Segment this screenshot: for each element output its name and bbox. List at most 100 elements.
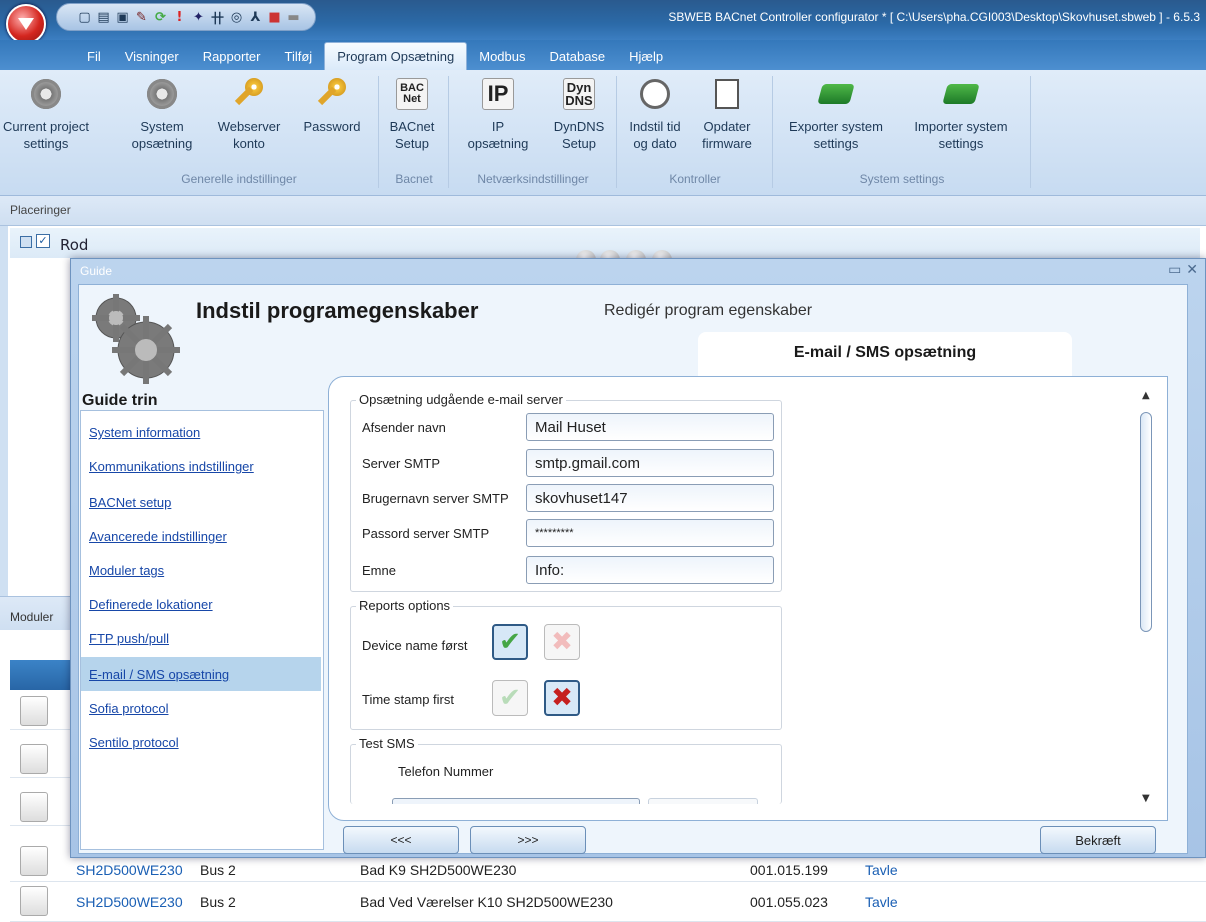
importer-system-settings-button[interactable]: Importer system settings bbox=[900, 76, 1022, 152]
step-ftp-push-pull[interactable]: FTP push/pull bbox=[89, 631, 169, 646]
scan-icon[interactable]: ◎ bbox=[229, 10, 244, 25]
subject-input[interactable]: Info: bbox=[526, 556, 774, 584]
button-label: Setup bbox=[395, 136, 429, 151]
module-name[interactable]: SH2D500WE230 bbox=[76, 894, 183, 910]
menu-fil[interactable]: Fil bbox=[75, 49, 113, 70]
send-sms-button[interactable] bbox=[648, 798, 758, 804]
step-avancerede-indstillinger[interactable]: Avancerede indstillinger bbox=[89, 529, 227, 544]
new-file-icon[interactable]: ▢ bbox=[77, 10, 92, 25]
step-bacnet-setup[interactable]: BACNet setup bbox=[89, 495, 171, 510]
confirm-button[interactable]: Bekræft bbox=[1040, 826, 1156, 854]
password-button[interactable]: Password bbox=[292, 76, 372, 135]
device-name-yes-toggle[interactable]: ✔ bbox=[492, 624, 528, 660]
page-title: Indstil programegenskaber bbox=[196, 298, 479, 323]
step-sentilo-protocol[interactable]: Sentilo protocol bbox=[89, 735, 179, 750]
tree-icon[interactable]: ⅄ bbox=[248, 10, 263, 25]
locations-label: Placeringer bbox=[10, 203, 71, 217]
scroll-up-icon[interactable]: ▲ bbox=[1142, 390, 1150, 401]
scroll-thumb[interactable] bbox=[1140, 412, 1152, 632]
menu-modbus[interactable]: Modbus bbox=[467, 49, 537, 70]
tools-icon[interactable]: ✦ bbox=[191, 10, 206, 25]
field-label: Emne bbox=[362, 563, 396, 578]
system-opsaetning-button[interactable]: System opsætning bbox=[122, 76, 202, 152]
module-name[interactable]: SH2D500WE230 bbox=[76, 862, 183, 878]
exporter-system-settings-button[interactable]: Exporter system settings bbox=[778, 76, 894, 152]
previous-button[interactable]: <<< bbox=[343, 826, 459, 854]
button-label: Setup bbox=[562, 136, 596, 151]
vertical-scrollbar[interactable]: ▲ ▼ bbox=[1138, 390, 1156, 804]
checkmark-icon: ✔ bbox=[499, 627, 521, 657]
menu-rapporter[interactable]: Rapporter bbox=[191, 49, 273, 70]
edit-icon[interactable]: ✎ bbox=[134, 10, 149, 25]
smtp-username-input[interactable]: skovhuset147 bbox=[526, 484, 774, 512]
current-project-settings-button[interactable]: Current project settings bbox=[2, 76, 90, 152]
menu-visninger[interactable]: Visninger bbox=[113, 49, 191, 70]
indstil-tid-button[interactable]: Indstil tid og dato bbox=[620, 76, 690, 152]
step-moduler-tags[interactable]: Moduler tags bbox=[89, 563, 164, 578]
button-label: Webserver bbox=[217, 119, 281, 134]
group-divider bbox=[378, 76, 379, 188]
dyndns-setup-button[interactable]: Dyn DNS DynDNS Setup bbox=[548, 76, 610, 152]
module-address: 001.055.023 bbox=[750, 894, 828, 910]
step-kommunikations-indstillinger[interactable]: Kommunikations indstillinger bbox=[89, 459, 254, 474]
menu-tilfoj[interactable]: Tilføj bbox=[273, 49, 325, 70]
next-button[interactable]: >>> bbox=[470, 826, 586, 854]
phone-number-input[interactable] bbox=[392, 798, 640, 804]
network-icon[interactable]: 卄 bbox=[210, 10, 225, 27]
step-definerede-lokationer[interactable]: Definerede lokationer bbox=[89, 597, 213, 612]
module-location[interactable]: Tavle bbox=[865, 862, 898, 878]
menu-database[interactable]: Database bbox=[538, 49, 618, 70]
smtp-server-input[interactable]: smtp.gmail.com bbox=[526, 449, 774, 477]
opdater-firmware-button[interactable]: Opdater firmware bbox=[692, 76, 762, 152]
checkbox-icon[interactable]: ✓ bbox=[36, 234, 50, 248]
ip-opsaetning-button[interactable]: IP IP opsætning bbox=[456, 76, 540, 152]
module-bus: Bus 2 bbox=[200, 894, 236, 910]
colors-icon[interactable]: ■ bbox=[267, 10, 282, 25]
button-label: Opdater bbox=[703, 119, 751, 134]
group-label: Bacnet bbox=[395, 172, 433, 186]
button-label: Indstil tid bbox=[629, 119, 681, 134]
refresh-icon[interactable]: ⟳ bbox=[153, 10, 168, 25]
button-label: Current project bbox=[3, 119, 89, 134]
module-icon bbox=[20, 886, 48, 916]
scroll-down-icon[interactable]: ▼ bbox=[1142, 793, 1150, 804]
import-arrow-icon bbox=[942, 84, 980, 104]
step-system-information[interactable]: System information bbox=[89, 425, 200, 440]
step-email-sms[interactable]: E-mail / SMS opsætning bbox=[81, 657, 321, 691]
step-sofia-protocol[interactable]: Sofia protocol bbox=[89, 701, 169, 716]
group-divider bbox=[1030, 76, 1031, 188]
sender-name-input[interactable]: Mail Huset bbox=[526, 413, 774, 441]
dialog-title: Guide bbox=[80, 264, 113, 278]
button-label: Password bbox=[303, 119, 361, 134]
gears-icon bbox=[92, 294, 180, 384]
button-label: konto bbox=[233, 136, 265, 151]
export-icon[interactable]: ▬ bbox=[286, 10, 301, 25]
time-stamp-yes-toggle[interactable]: ✔ bbox=[492, 680, 528, 716]
maximize-icon[interactable]: ▭ bbox=[1168, 262, 1181, 278]
dyndns-icon: Dyn DNS bbox=[563, 78, 595, 110]
time-stamp-no-toggle[interactable]: ✖ bbox=[544, 680, 580, 716]
document-icon bbox=[715, 79, 739, 109]
save-icon[interactable]: ▣ bbox=[115, 10, 130, 25]
module-icon bbox=[20, 744, 48, 774]
close-icon[interactable]: ✕ bbox=[1186, 262, 1198, 278]
collapse-icon[interactable] bbox=[20, 236, 32, 248]
locations-header: Placeringer bbox=[0, 196, 1206, 226]
dialog-controls: ▭ ✕ bbox=[1168, 262, 1198, 278]
menu-program-opsaetning[interactable]: Program Opsætning bbox=[324, 42, 468, 70]
module-location[interactable]: Tavle bbox=[865, 894, 898, 910]
gears-icon bbox=[147, 79, 177, 109]
webserver-konto-button[interactable]: Webserver konto bbox=[210, 76, 288, 152]
tab-email-sms[interactable]: E-mail / SMS opsætning bbox=[698, 332, 1072, 376]
table-row[interactable]: SH2D500WE230 Bus 2 Bad Ved Værelser K10 … bbox=[10, 882, 1206, 922]
application-menu-button[interactable] bbox=[6, 4, 46, 44]
menu-hjaelp[interactable]: Hjælp bbox=[617, 49, 675, 70]
smtp-password-input[interactable]: ********* bbox=[526, 519, 774, 547]
button-label: og dato bbox=[633, 136, 677, 151]
button-label: Exporter system bbox=[789, 119, 883, 134]
device-name-no-toggle[interactable]: ✖ bbox=[544, 624, 580, 660]
field-label: Brugernavn server SMTP bbox=[362, 491, 509, 506]
window-icon[interactable]: ▤ bbox=[96, 10, 111, 25]
alert-icon[interactable]: ! bbox=[172, 10, 187, 25]
bacnet-setup-button[interactable]: BAC Net BACnet Setup bbox=[382, 76, 442, 152]
